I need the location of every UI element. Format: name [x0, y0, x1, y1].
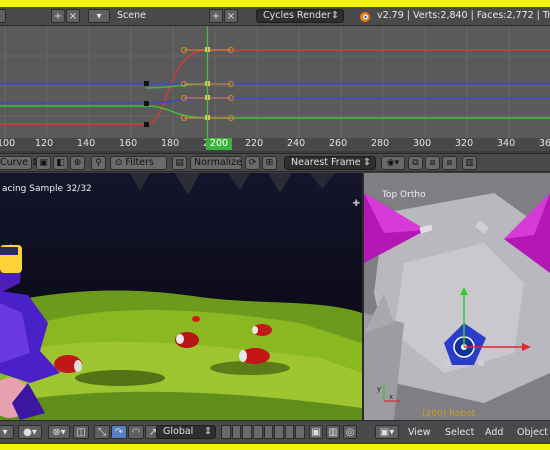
- delete-scene-close-icon[interactable]: ×: [224, 9, 238, 23]
- ruler-tick: 100: [0, 138, 16, 149]
- camera-icon[interactable]: ◎: [343, 425, 357, 439]
- orientation-label: Global: [163, 426, 194, 437]
- filters-button[interactable]: ⊙ Filters: [110, 156, 167, 170]
- object-label: (200) Robot: [422, 409, 476, 419]
- view-label: Top Ortho: [382, 190, 426, 200]
- ruler-tick: 280: [371, 138, 390, 149]
- render-engine-select[interactable]: Cycles Render ⇕: [256, 9, 344, 23]
- ruler-tick: 180: [161, 138, 180, 149]
- scene-stats: v2.79 | Verts:2,840 | Faces:2,772 | Tris…: [377, 10, 550, 21]
- render-preview-icon[interactable]: ▥: [326, 425, 340, 439]
- auto-snap-select[interactable]: Nearest Frame ⇕: [284, 156, 376, 170]
- refresh-icon[interactable]: ⟳: [245, 156, 260, 170]
- blender-window: + × ▾ Scene + × Cycles Render ⇕ v2.79 | …: [0, 7, 550, 444]
- add-scene-plus-icon[interactable]: +: [209, 9, 223, 23]
- svg-text:y: y: [377, 385, 381, 393]
- graph-editor[interactable]: [0, 26, 550, 138]
- ghost-icon[interactable]: ◧: [53, 156, 68, 170]
- copy-keyframes-icon[interactable]: ⧉: [408, 156, 423, 170]
- rendered-viewport[interactable]: acing Sample 32/32 ✚: [0, 173, 362, 420]
- shading-icon[interactable]: ●▾: [18, 425, 42, 439]
- ghost-curves-icon[interactable]: ▥: [462, 156, 477, 170]
- ruler-tick: 260: [329, 138, 348, 149]
- top-header: + × ▾ Scene + × Cycles Render ⇕ v2.79 | …: [0, 7, 550, 26]
- scene-name[interactable]: Scene: [117, 10, 146, 21]
- editor-type-icon[interactable]: [0, 9, 6, 23]
- pivot-point-icon[interactable]: ◉▾: [381, 156, 405, 170]
- pivot-icon[interactable]: ⊕: [70, 156, 85, 170]
- chevron-icon: ⇕: [363, 157, 371, 168]
- menu-add[interactable]: Add: [485, 427, 503, 438]
- split-handle-icon[interactable]: ✚: [352, 199, 360, 209]
- menu-view[interactable]: View: [408, 427, 431, 438]
- curve-menu-button[interactable]: Curve ⇕: [0, 156, 38, 170]
- lock-layers-icon[interactable]: ▣: [309, 425, 323, 439]
- filter-icon: ⊙: [115, 158, 126, 168]
- normalize-button[interactable]: Normalize: [190, 156, 242, 170]
- graph-toolbar: Curve ⇕ ▣ ◧ ⊕ ⚲ ⊙ Filters ▤ Normalize ⟳ …: [0, 153, 550, 172]
- frame-ruler[interactable]: 100 120 140 160 180 200 220 240 260 280 …: [0, 138, 550, 151]
- lock-icon[interactable]: ▣: [36, 156, 51, 170]
- pivot-icon[interactable]: ⊗▾: [48, 425, 70, 439]
- close-icon[interactable]: ×: [66, 9, 80, 23]
- show-only-selected-icon[interactable]: ▤: [172, 156, 187, 170]
- auto-snap-label: Nearest Frame: [291, 157, 361, 168]
- ruler-tick: 320: [455, 138, 474, 149]
- paste-flipped-icon[interactable]: ⧇: [442, 156, 457, 170]
- ruler-tick: 120: [35, 138, 54, 149]
- auto-snap-icon[interactable]: ⊞: [262, 156, 277, 170]
- scene-icon[interactable]: ▾: [88, 9, 110, 23]
- curve-menu-label: Curve: [0, 157, 29, 168]
- ruler-tick: 240: [287, 138, 306, 149]
- top-ortho-viewport[interactable]: x y Top Ortho (200) Robot: [364, 173, 550, 420]
- ortho-scene-image: x y: [364, 173, 550, 420]
- render-sample-text: acing Sample 32/32: [2, 184, 92, 194]
- rotate-icon[interactable]: ↷: [111, 425, 127, 439]
- plus-icon[interactable]: +: [51, 9, 65, 23]
- translate-icon[interactable]: ⤡: [94, 425, 110, 439]
- ruler-tick: 140: [77, 138, 96, 149]
- editor-type-icon[interactable]: ▣▾: [375, 425, 399, 439]
- render-scene-image: [0, 173, 362, 420]
- menu-object[interactable]: Object: [517, 427, 548, 438]
- mode-icon[interactable]: ▾: [0, 425, 14, 439]
- menu-select[interactable]: Select: [445, 427, 474, 438]
- rotate-tool-icon[interactable]: ◠: [128, 425, 144, 439]
- svg-text:x: x: [389, 393, 393, 401]
- chevron-icon: ⇕: [331, 10, 339, 21]
- normalize-label: Normalize: [194, 157, 242, 168]
- chevron-icon: ⇕: [204, 426, 212, 437]
- viewport-header-bar: ▾ ●▾ ⊗▾ ◫ ⤡ ↷ ◠ ↗ Global ⇕ ▣ ▥ ◎ ▣▾ View…: [0, 420, 550, 442]
- render-engine-label: Cycles Render: [263, 10, 331, 21]
- search-icon[interactable]: ⚲: [91, 156, 106, 170]
- blender-logo-icon: [360, 12, 370, 22]
- paste-keyframes-icon[interactable]: ⧈: [425, 156, 440, 170]
- ruler-tick: 300: [413, 138, 432, 149]
- ruler-tick: 160: [119, 138, 138, 149]
- ruler-tick: 220: [245, 138, 264, 149]
- ruler-tick: 340: [497, 138, 516, 149]
- filters-label: Filters: [125, 157, 154, 168]
- ruler-tick: 360: [539, 138, 550, 149]
- graph-curves[interactable]: [0, 26, 550, 138]
- manipulator-icon[interactable]: ◫: [73, 425, 89, 439]
- layer-buttons[interactable]: [221, 425, 305, 439]
- orientation-select[interactable]: Global ⇕: [156, 425, 216, 439]
- current-frame-badge[interactable]: 200: [206, 138, 232, 150]
